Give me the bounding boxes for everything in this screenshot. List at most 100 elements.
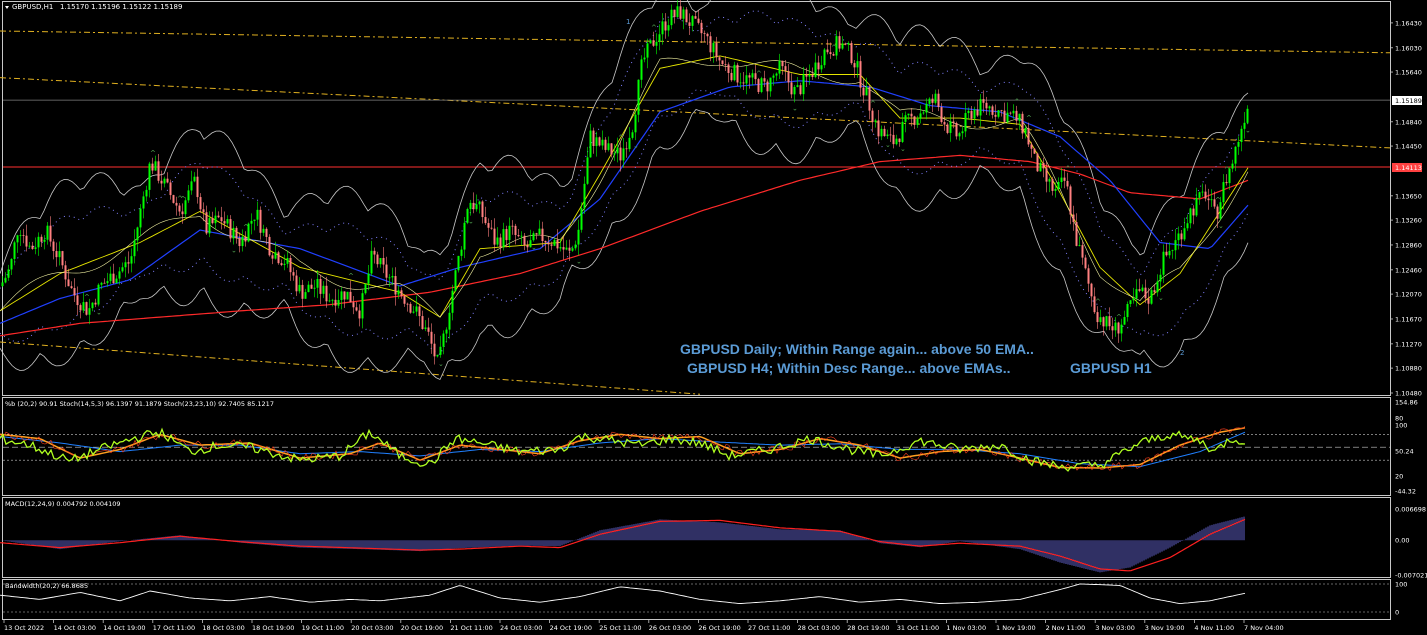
candle-body <box>298 284 301 292</box>
candle-body <box>265 228 268 237</box>
candle-body <box>82 302 85 311</box>
indicator-tick-label: -44.32 <box>1395 488 1416 496</box>
candle-body <box>946 124 949 133</box>
chart-canvas[interactable]: ^⌄^^^⌄^^⌄⌄⌄⌄^⌄^^⌄^^⌄ ⌄^^^^^⌄^⌄^⌄ 1.164301… <box>0 0 1427 635</box>
candle-body <box>865 87 868 96</box>
candle-body <box>601 139 604 146</box>
candle-body <box>1237 141 1240 147</box>
candle-body <box>547 242 550 245</box>
candle-body <box>997 110 1000 117</box>
candle-body <box>355 307 358 311</box>
candle-body <box>334 299 337 306</box>
candle-body <box>685 9 688 23</box>
candle-body <box>49 225 52 242</box>
candle-body <box>577 229 580 245</box>
candle-body <box>19 235 22 236</box>
candle-body <box>943 122 946 125</box>
candle-body <box>640 59 643 80</box>
candle-body <box>1228 168 1231 184</box>
candle-body <box>661 21 664 35</box>
candle-body <box>307 284 310 293</box>
candle-body <box>520 235 523 237</box>
candle-body <box>1033 148 1036 154</box>
candle-body <box>985 102 988 109</box>
candle-body <box>454 270 457 291</box>
candle-body <box>1084 257 1087 269</box>
candle-body <box>460 249 463 256</box>
fractal-arrow: ^ <box>756 70 762 78</box>
time-tick-label: 20 Oct 19:00 <box>401 624 443 632</box>
candle-body <box>1 282 4 287</box>
candle-body <box>76 295 79 306</box>
candle-body <box>235 227 238 239</box>
candle-body <box>847 42 850 45</box>
candle-body <box>1216 206 1219 219</box>
candle-body <box>904 115 907 122</box>
candle-body <box>418 306 421 317</box>
candle-body <box>208 218 211 234</box>
candle-body <box>502 229 505 248</box>
candle-body <box>448 312 451 330</box>
indicator-tick-label: 50.24 <box>1395 448 1414 456</box>
candle-body <box>283 263 286 266</box>
candle-body <box>55 251 58 258</box>
candle-body <box>232 227 235 239</box>
candle-body <box>142 196 145 209</box>
candle-body <box>841 43 844 49</box>
candle-body <box>337 299 340 306</box>
candle-body <box>760 78 763 92</box>
candle-body <box>523 235 526 246</box>
candle-body <box>1111 326 1114 331</box>
candle-body <box>823 49 826 66</box>
fractal-arrow: ⌄ <box>1218 222 1224 230</box>
candle-body <box>271 255 274 259</box>
candle-body <box>181 211 184 215</box>
candle-body <box>424 327 427 329</box>
candle-body <box>724 64 727 65</box>
candle-body <box>967 110 970 114</box>
fractal-arrow: ^ <box>84 294 90 302</box>
candle-body <box>1015 110 1018 121</box>
candle-body <box>595 137 598 146</box>
candle-body <box>916 118 919 125</box>
candle-body <box>850 42 853 64</box>
candle-body <box>730 72 733 81</box>
candle-body <box>589 130 592 158</box>
candle-body <box>769 77 772 92</box>
candle-body <box>1000 110 1003 112</box>
candle-body <box>1180 233 1183 240</box>
fractal-arrow: ⌄ <box>885 141 891 149</box>
fractal-arrow: ^ <box>1065 165 1071 173</box>
candle-body <box>394 276 397 295</box>
candle-body <box>121 267 124 272</box>
candle-body <box>1051 179 1054 191</box>
candle-body <box>910 113 913 117</box>
candle-body <box>106 281 109 284</box>
fractal-arrow: ⌄ <box>1245 126 1251 134</box>
candle-body <box>259 209 262 233</box>
candle-body <box>421 316 424 329</box>
candle-body <box>742 82 745 84</box>
candle-body <box>892 134 895 145</box>
candle-body <box>7 269 10 278</box>
candle-body <box>811 74 814 78</box>
candle-body <box>61 251 64 266</box>
candle-body <box>103 282 106 284</box>
candle-body <box>604 139 607 150</box>
candle-body <box>1219 202 1222 219</box>
time-tick-label: 31 Oct 11:00 <box>897 624 939 632</box>
candle-body <box>940 107 943 123</box>
candle-body <box>91 302 94 309</box>
candle-body <box>715 42 718 58</box>
candle-body <box>1048 179 1051 182</box>
fractal-arrow: ^ <box>150 150 156 158</box>
candle-body <box>952 121 955 124</box>
candle-body <box>586 157 589 184</box>
candle-body <box>1075 222 1078 246</box>
candle-body <box>313 287 316 289</box>
time-tick-label: 18 Oct 03:00 <box>202 624 244 632</box>
candle-body <box>955 123 958 137</box>
candle-body <box>721 60 724 65</box>
price-tick-label: 1.10480 <box>1395 390 1422 398</box>
candle-body <box>196 176 199 198</box>
